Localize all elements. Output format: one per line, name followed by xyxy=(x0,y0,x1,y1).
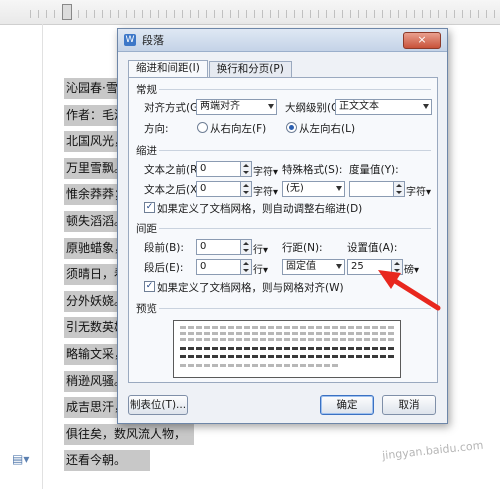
annotation-arrow xyxy=(378,270,441,311)
tab-indent-spacing[interactable]: 缩进和间距(I) xyxy=(128,60,208,77)
annotation-arrow-shaft xyxy=(389,276,441,311)
annotation-arrow-head xyxy=(378,270,401,289)
